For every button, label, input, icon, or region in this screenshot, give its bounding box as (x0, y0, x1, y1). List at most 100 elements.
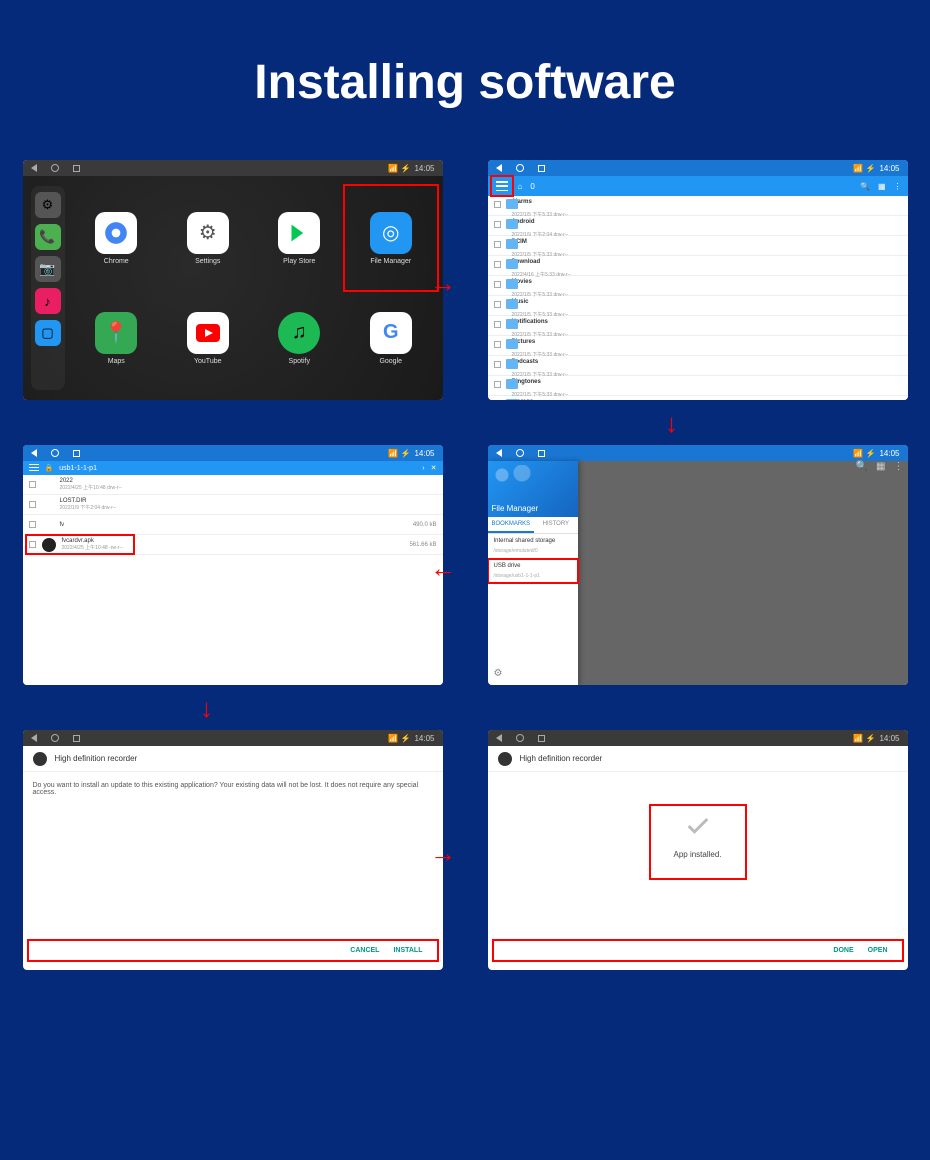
app-google[interactable]: GGoogle (347, 290, 435, 386)
app-settings[interactable]: ⚙Settings (164, 190, 252, 286)
folder-row[interactable]: Podcasts2022/1/5 下午5:33 drw-r-- (488, 356, 908, 376)
app-youtube[interactable]: YouTube (164, 290, 252, 386)
step1-home-screen: 📶 ⚡ 14:05 ⚙ 📞 📷 ♪ ▢ Chrome ⚙Settings Play… (23, 160, 443, 400)
statusbar: 📶 ⚡14:05 (23, 730, 443, 746)
search-icon[interactable]: 🔍 (860, 182, 870, 191)
step2-file-list: 📶 ⚡14:05 ⌂ 0 🔍 ▦ ⋮ Alarms2022/1/5 下午5:33… (488, 160, 908, 400)
phone-icon[interactable]: 📞 (35, 224, 61, 250)
step6-installed: 📶 ⚡14:05 High definition recorder App in… (488, 730, 908, 970)
statusbar: 📶 ⚡14:05 (23, 445, 443, 461)
view-icon[interactable]: ▦ (878, 182, 886, 191)
installed-text: App installed. (673, 850, 721, 859)
recent-icon[interactable] (538, 450, 545, 457)
chevron-icon[interactable]: › (422, 465, 424, 472)
page-title: Installing software (0, 0, 930, 160)
folder-row[interactable]: Notifications2022/1/5 下午5:33 drw-r-- (488, 316, 908, 336)
status-icons: 📶 ⚡ (388, 164, 410, 173)
folder-row[interactable]: Alarms2022/1/5 下午5:33 drw-r-- (488, 196, 908, 216)
search-icon[interactable]: 🔍 (856, 461, 868, 472)
fm-pathbar: 🔒 usb1-1-1-p1 › ✕ (23, 461, 443, 475)
app-name: High definition recorder (520, 754, 603, 763)
back-icon[interactable] (31, 449, 37, 457)
folder-row[interactable]: Android2022/1/9 下午2:04 drw-r-- (488, 216, 908, 236)
folder-row[interactable]: Download2022/4/16 上午5:33 drw-r-- (488, 256, 908, 276)
step5-install-prompt: 📶 ⚡14:05 High definition recorder Do you… (23, 730, 443, 970)
check-icon (684, 812, 712, 840)
nav-drawer: File Manager BOOKMARKS HISTORY Internal … (488, 461, 578, 685)
open-button[interactable]: OPEN (868, 947, 888, 954)
clock: 14:05 (414, 164, 434, 173)
app-icon (33, 752, 47, 766)
app-chrome[interactable]: Chrome (73, 190, 161, 286)
back-icon[interactable] (496, 164, 502, 172)
recent-icon[interactable] (538, 735, 545, 742)
step4-usb-files: 📶 ⚡14:05 🔒 usb1-1-1-p1 › ✕ 20222022/4/25… (23, 445, 443, 685)
recent-icon[interactable] (538, 165, 545, 172)
close-icon[interactable]: ✕ (431, 464, 437, 472)
music-icon[interactable]: ♪ (35, 288, 61, 314)
home-path-icon[interactable]: ⌂ (518, 182, 523, 191)
app-filemanager[interactable]: ◎File Manager (347, 190, 435, 286)
cancel-button[interactable]: CANCEL (350, 947, 379, 954)
launcher-sidebar: ⚙ 📞 📷 ♪ ▢ (31, 186, 65, 390)
home-icon[interactable] (516, 449, 524, 457)
more-icon[interactable]: ⋮ (894, 461, 904, 472)
drawer-item-internal[interactable]: Internal shared storage /storage/emulate… (488, 534, 578, 559)
home-icon[interactable] (516, 164, 524, 172)
back-icon[interactable] (496, 449, 502, 457)
fm-toolbar: ⌂ 0 🔍 ▦ ⋮ (488, 176, 908, 196)
cube-icon[interactable]: ▢ (35, 320, 61, 346)
arrow-icon: ↓ (200, 693, 213, 724)
highlight-box (488, 558, 579, 584)
folder-row[interactable]: Ringtones2022/1/5 下午5:33 drw-r-- (488, 376, 908, 396)
file-row[interactable]: LOST.DIR2022/1/9 下午2:04 drw-r-- (23, 495, 443, 515)
settings-icon[interactable]: ⚙ (35, 192, 61, 218)
app-maps[interactable]: 📍Maps (73, 290, 161, 386)
recent-icon[interactable] (73, 735, 80, 742)
lock-icon: 🔒 (45, 464, 54, 472)
recent-icon[interactable] (73, 165, 80, 172)
home-icon[interactable] (51, 449, 59, 457)
statusbar: 📶 ⚡14:05 (488, 160, 908, 176)
folder-row[interactable]: Movies2022/1/5 下午5:33 drw-r-- (488, 276, 908, 296)
menu-icon[interactable] (29, 464, 39, 472)
home-icon[interactable] (516, 734, 524, 742)
tab-bookmarks[interactable]: BOOKMARKS (488, 517, 535, 533)
home-icon[interactable] (51, 164, 59, 172)
camera-icon[interactable]: 📷 (35, 256, 61, 282)
folder-row[interactable]: Pictures2022/1/5 下午5:33 drw-r-- (488, 336, 908, 356)
view-icon[interactable]: ▦ (876, 461, 885, 472)
file-row[interactable]: 20222022/4/25 上午10:48 drw-r-- (23, 475, 443, 495)
back-icon[interactable] (31, 164, 37, 172)
statusbar: 📶 ⚡ 14:05 (23, 160, 443, 176)
selection-count: 0 (530, 182, 534, 191)
folder-row[interactable]: storage (488, 396, 908, 400)
arrow-icon: → (430, 268, 456, 299)
install-button[interactable]: INSTALL (393, 947, 422, 954)
app-spotify[interactable]: ♫Spotify (256, 290, 344, 386)
arrow-icon: ← (430, 553, 456, 584)
home-icon[interactable] (51, 734, 59, 742)
gear-icon[interactable]: ⚙ (488, 662, 578, 685)
tab-history[interactable]: HISTORY (534, 517, 577, 533)
app-name: High definition recorder (55, 754, 138, 763)
path-text: usb1-1-1-p1 (59, 465, 97, 472)
step3-drawer: 📶 ⚡14:05 File Manager BOOKMARKS HISTORY … (488, 445, 908, 685)
statusbar: 📶 ⚡14:05 (488, 445, 908, 461)
recent-icon[interactable] (73, 450, 80, 457)
installer-header: High definition recorder (488, 746, 908, 772)
drawer-header: File Manager (488, 461, 578, 517)
menu-icon[interactable] (496, 181, 508, 191)
folder-row[interactable]: Music2022/1/5 下午5:33 drw-r-- (488, 296, 908, 316)
install-message: Do you want to install an update to this… (33, 782, 433, 796)
back-icon[interactable] (31, 734, 37, 742)
app-playstore[interactable]: Play Store (256, 190, 344, 286)
back-icon[interactable] (496, 734, 502, 742)
file-row[interactable]: fvcardvr.apk2022/4/25 上午10:48 -rw-r--561… (23, 535, 443, 555)
drawer-item-usb[interactable]: USB drive /storage/usb1-1-1-p1 (488, 559, 578, 584)
file-row[interactable]: fv490.0 kB (23, 515, 443, 535)
arrow-icon: → (430, 838, 456, 869)
done-button[interactable]: DONE (833, 947, 853, 954)
more-icon[interactable]: ⋮ (894, 182, 902, 191)
folder-row[interactable]: DCIM2022/1/5 下午5:33 drw-r-- (488, 236, 908, 256)
